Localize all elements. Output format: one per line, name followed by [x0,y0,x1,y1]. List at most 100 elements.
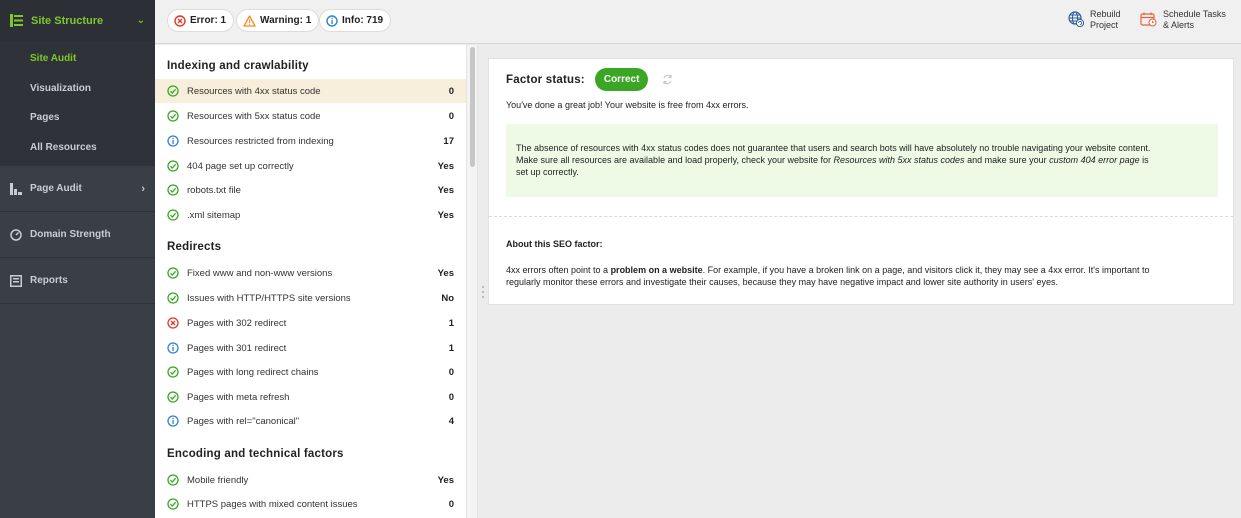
factor-row[interactable]: robots.txt file Yes [155,178,466,202]
check-circle-icon [167,110,179,122]
schedule-line-2: & Alerts [1163,20,1195,30]
error-count-badge[interactable]: Error: 1 [167,9,235,32]
sidebar-header-site-structure[interactable]: Site Structure ⌄ [0,0,155,41]
domain-strength-icon [10,228,22,241]
schedule-line-1: Schedule Tasks [1163,9,1226,19]
factor-value: 0 [448,85,454,97]
info-icon [167,135,179,147]
factor-row[interactable]: Pages with rel="canonical" 4 [155,409,466,433]
list-scrollbar[interactable] [466,45,478,518]
section-title-encoding: Encoding and technical factors [167,448,344,460]
factor-value: Yes [437,267,454,279]
status-badge: Correct [594,68,649,91]
about-text-line-2: regularly monitor these errors and inves… [506,277,1059,287]
info-count: Info: 719 [342,15,384,26]
factor-label: robots.txt file [187,184,241,196]
sidebar-item-all-resources[interactable]: All Resources [0,133,155,163]
factor-row[interactable]: Resources with 5xx status code 0 [155,104,466,128]
sidebar-item-label: Page Audit [30,183,82,194]
chevron-down-icon[interactable]: ⌄ [137,15,145,26]
factor-label: Pages with rel="canonical" [187,415,300,427]
factor-value: Yes [437,184,454,196]
info-icon [326,14,338,27]
note-text: Make sure all resources are available an… [516,155,834,165]
factor-row[interactable]: Issues with HTTP/HTTPS site versions No [155,286,466,310]
check-circle-icon [167,209,179,221]
schedule-tasks-button[interactable]: Schedule Tasks & Alerts [1140,9,1226,31]
sidebar-item-label: Reports [30,275,68,286]
schedule-tasks-label: Schedule Tasks & Alerts [1163,9,1226,31]
factor-value: 4 [448,415,454,427]
factor-row[interactable]: Pages with 301 redirect 1 [155,336,466,360]
about-text-part: . For example, if you have a broken link… [702,265,1150,275]
sidebar: Site Structure ⌄ Site Audit Visualizatio… [0,0,155,518]
note-text: is [1139,155,1149,165]
factor-label: Resources restricted from indexing [187,135,334,147]
rebuild-project-label: Rebuild Project [1090,9,1121,31]
site-structure-icon [10,14,23,27]
check-circle-icon [167,292,179,304]
page-audit-icon [10,182,22,195]
refresh-icon[interactable] [662,74,673,85]
sidebar-item-visualization[interactable]: Visualization [0,74,155,104]
error-icon [174,14,186,27]
factor-value: No [441,292,454,304]
factor-value: 1 [448,342,454,354]
check-circle-icon [167,184,179,196]
factor-label: Pages with 302 redirect [187,317,287,329]
note-link-404: custom 404 error page [1049,155,1140,165]
sidebar-item-label: Domain Strength [30,229,111,240]
factor-label: Pages with long redirect chains [187,366,319,378]
scrollbar-thumb[interactable] [470,47,475,167]
about-text-part: 4xx errors often point to a [506,265,611,275]
factor-row[interactable]: HTTPS pages with mixed content issues 0 [155,492,466,516]
panel-splitter-handle[interactable] [481,286,485,302]
factor-label: Resources with 4xx status code [187,85,321,97]
about-text-bold: problem on a website [610,265,703,275]
error-icon [167,317,179,329]
section-title-redirects: Redirects [167,241,222,253]
factor-label: Fixed www and non-www versions [187,267,333,279]
factor-row[interactable]: Mobile friendly Yes [155,468,466,492]
topbar: Error: 1 Warning: 1 Info: 719 Rebuild Pr… [155,0,1241,44]
info-count-badge[interactable]: Info: 719 [319,9,392,32]
about-text: 4xx errors often point to a problem on a… [506,264,1218,288]
factor-row[interactable]: Pages with long redirect chains 0 [155,360,466,384]
factor-row[interactable]: Resources with 4xx status code 0 [155,79,466,103]
factor-row[interactable]: Resources restricted from indexing 17 [155,129,466,153]
check-circle-icon [167,391,179,403]
info-icon [167,415,179,427]
factor-row[interactable]: 404 page set up correctly Yes [155,154,466,178]
sidebar-item-pages[interactable]: Pages [0,103,155,133]
check-circle-icon [167,498,179,510]
factor-row[interactable]: .xml sitemap Yes [155,203,466,227]
factor-label: Resources with 5xx status code [187,110,321,122]
factor-row[interactable]: Pages with meta refresh 0 [155,385,466,409]
recommendation-note: The absence of resources with 4xx status… [506,124,1218,197]
factor-label: 404 page set up correctly [187,160,294,172]
factor-row[interactable]: Pages with 302 redirect 1 [155,311,466,335]
check-circle-icon [167,474,179,486]
factor-status-row: Factor status: Correct [506,68,673,91]
sidebar-item-site-audit[interactable]: Site Audit [0,44,155,74]
sidebar-item-page-audit[interactable]: Page Audit › [0,166,155,212]
note-link-5xx: Resources with 5xx status codes [833,155,965,165]
reports-icon [10,274,22,287]
sidebar-submenu: Site Audit Visualization Pages All Resou… [0,41,155,166]
globe-refresh-icon [1068,11,1084,27]
rebuild-line-1: Rebuild [1090,9,1121,19]
rebuild-project-button[interactable]: Rebuild Project [1068,9,1121,31]
factor-value: Yes [437,474,454,486]
factor-label: HTTPS pages with mixed content issues [187,498,358,510]
warning-count-badge[interactable]: Warning: 1 [236,9,320,32]
sidebar-item-reports[interactable]: Reports [0,258,155,304]
factor-row[interactable]: Fixed www and non-www versions Yes [155,261,466,285]
factor-label: Mobile friendly [187,474,249,486]
factor-detail-panel: Factor status: Correct You've done a gre… [488,58,1234,305]
chevron-right-icon[interactable]: › [141,183,145,195]
warning-count: Warning: 1 [260,15,312,26]
rebuild-line-2: Project [1090,20,1119,30]
sidebar-item-domain-strength[interactable]: Domain Strength [0,212,155,258]
calendar-alarm-icon [1140,12,1157,27]
factor-value: 0 [448,366,454,378]
